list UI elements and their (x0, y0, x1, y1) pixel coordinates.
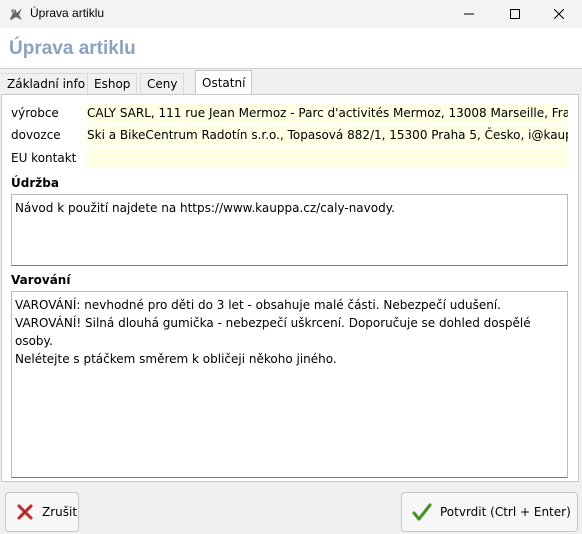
vyrobce-field[interactable]: CALY SARL, 111 rue Jean Mermoz - Parc d'… (85, 104, 568, 123)
udrzba-textarea[interactable]: Návod k použití najdete na https://www.k… (11, 194, 568, 266)
tab-zakladni-info[interactable]: Základní info (1, 73, 93, 94)
tab-eshop[interactable]: Eshop (87, 73, 138, 94)
minimize-icon (464, 13, 474, 15)
maximize-button[interactable] (492, 0, 538, 28)
vyrobce-label: výrobce (11, 106, 59, 120)
dovozce-label: dovozce (11, 128, 61, 142)
cancel-button-label: Zrušit (42, 505, 78, 519)
window-titlebar: Úprava artiklu (0, 0, 582, 28)
tab-ceny[interactable]: Ceny (140, 73, 185, 94)
eu-kontakt-field[interactable] (85, 148, 568, 167)
tab-ostatni[interactable]: Ostatní (195, 70, 253, 95)
header: Úprava artiklu (0, 28, 582, 68)
varovani-label: Varování (11, 273, 71, 287)
page-title: Úprava artiklu (9, 38, 136, 59)
app-icon (10, 8, 22, 20)
udrzba-label: Údržba (11, 176, 59, 190)
close-button[interactable] (536, 0, 582, 28)
close-icon (554, 9, 564, 19)
cancel-x-icon (17, 504, 33, 520)
minimize-button[interactable] (446, 0, 492, 28)
tab-strip: Základní info Eshop Ceny Ostatní (0, 68, 582, 95)
window-title: Úprava artiklu (30, 6, 105, 20)
confirm-button-label: Potvrdit (Ctrl + Enter) (440, 505, 571, 519)
varovani-textarea[interactable]: VAROVÁNÍ: nevhodné pro děti do 3 let - o… (11, 291, 568, 478)
confirm-button[interactable]: Potvrdit (Ctrl + Enter) (401, 492, 578, 532)
dovozce-field[interactable]: Ski a BikeCentrum Radotín s.r.o., Topaso… (85, 126, 568, 145)
maximize-icon (510, 9, 520, 19)
checkmark-icon (412, 503, 432, 521)
cancel-button[interactable]: Zrušit (5, 492, 79, 532)
eu-kontakt-label: EU kontakt (11, 151, 77, 165)
